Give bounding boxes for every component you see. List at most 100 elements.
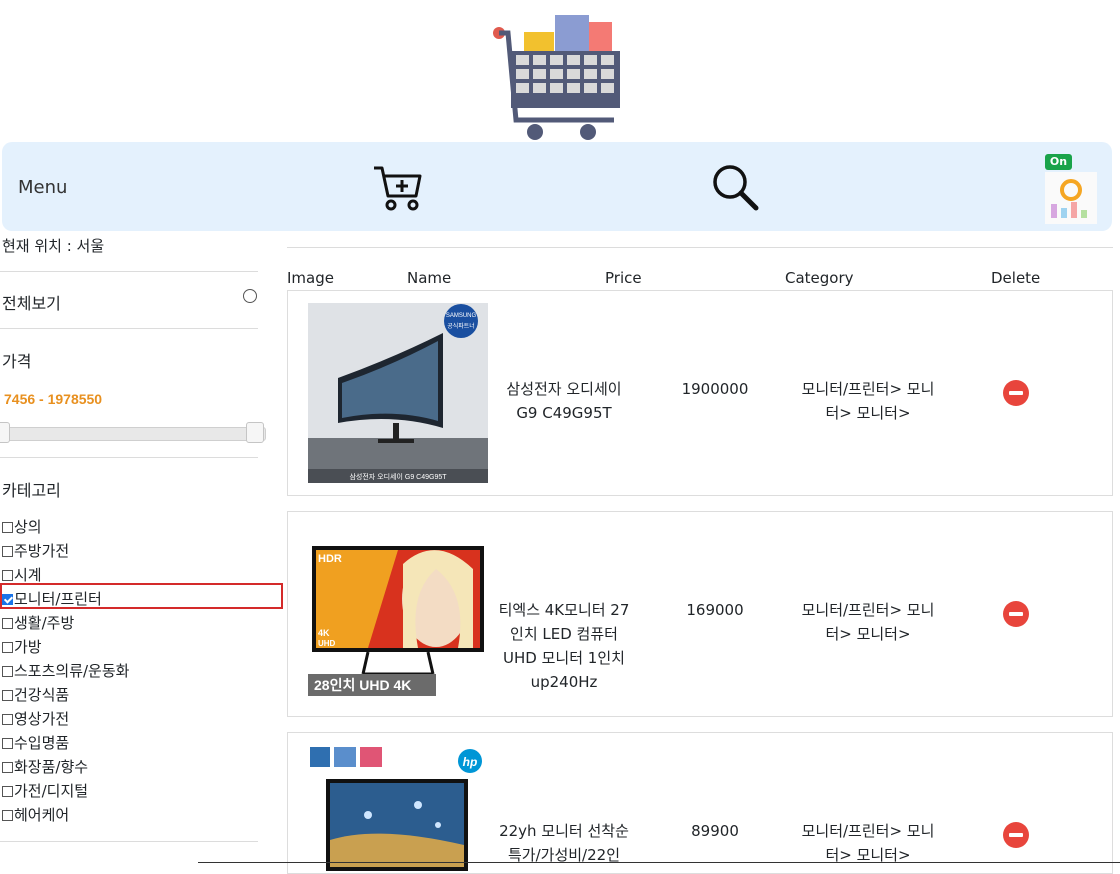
product-name-line: 삼성전자 오디세이 bbox=[506, 380, 622, 398]
category-label-text: 수입명품 bbox=[14, 734, 70, 752]
product-name: 삼성전자 오디세이 G9 C49G95T bbox=[493, 377, 635, 425]
product-name-line: 22yh 모니터 선착순 bbox=[499, 822, 629, 840]
category-label-text: 시계 bbox=[14, 566, 42, 584]
view-all-label: 전체보기 bbox=[2, 294, 61, 313]
category-line: 모니터/프린터> 모니 bbox=[801, 380, 935, 398]
samsung-brand-text: SAMSUNG bbox=[446, 313, 477, 319]
on-badge: On bbox=[1045, 154, 1072, 170]
cart-plus-icon[interactable] bbox=[372, 162, 424, 214]
category-label-text: 주방가전 bbox=[14, 542, 70, 560]
header-name: Name bbox=[407, 269, 452, 287]
category-line: 터> 모니터> bbox=[825, 846, 911, 864]
menu-button[interactable]: Menu bbox=[18, 177, 67, 198]
category-item[interactable]: 수입명품 bbox=[2, 731, 129, 755]
category-checkbox[interactable] bbox=[2, 641, 13, 653]
uhd-label: UHD bbox=[318, 639, 336, 648]
category-checkbox[interactable] bbox=[2, 713, 13, 725]
product-name-line: 특가/가성비/22인 bbox=[508, 846, 620, 864]
partner-badge-text: 공식파트너 bbox=[447, 322, 475, 330]
category-label-text: 가방 bbox=[14, 638, 42, 656]
price-slider-max-handle[interactable] bbox=[246, 422, 264, 443]
category-checkbox[interactable] bbox=[2, 617, 13, 629]
category-label-text: 영상가전 bbox=[14, 710, 70, 728]
product-image[interactable]: hp bbox=[308, 745, 488, 873]
table-row: HDR 4K UHD 28인치 UHD 4K 티엑스 4K모니터 27 인치 L… bbox=[287, 511, 1113, 717]
category-checkbox[interactable] bbox=[2, 689, 13, 701]
category-line: 터> 모니터> bbox=[825, 625, 911, 643]
category-label-text: 헤어케어 bbox=[14, 806, 70, 824]
category-checkbox[interactable] bbox=[2, 737, 13, 749]
divider bbox=[0, 457, 258, 458]
shopping-cart-logo bbox=[493, 15, 620, 140]
category-item[interactable]: 화장품/향수 bbox=[2, 755, 129, 779]
navbar: Menu On bbox=[2, 142, 1112, 231]
product-image[interactable]: HDR 4K UHD 28인치 UHD 4K bbox=[308, 524, 488, 704]
view-all-radio[interactable] bbox=[243, 289, 257, 303]
sidebar: 현재 위치 : 서울 전체보기 가격 7456 - 1978550 카테고리 상… bbox=[0, 231, 286, 865]
category-label-text: 스포츠의류/운동화 bbox=[14, 662, 130, 680]
header-price: Price bbox=[605, 269, 642, 287]
category-label-text: 화장품/향수 bbox=[14, 758, 89, 776]
category-checkbox[interactable] bbox=[2, 593, 13, 605]
category-label-text: 상의 bbox=[14, 518, 42, 536]
delete-button[interactable] bbox=[1003, 601, 1029, 627]
category-checkbox[interactable] bbox=[2, 521, 13, 533]
category-item[interactable]: 영상가전 bbox=[2, 707, 129, 731]
product-price: 1900000 bbox=[681, 380, 749, 398]
category-item[interactable]: 스포츠의류/운동화 bbox=[2, 659, 129, 683]
hp-logo-text: hp bbox=[463, 755, 478, 769]
product-name: 티엑스 4K모니터 27 인치 LED 컴퓨터 UHD 모니터 1인치 up24… bbox=[493, 598, 635, 694]
category-item[interactable]: 주방가전 bbox=[2, 539, 129, 563]
category-label-text: 모니터/프린터 bbox=[14, 590, 102, 608]
product-name: 22yh 모니터 선착순 특가/가성비/22인 bbox=[493, 819, 635, 867]
category-item[interactable]: 상의 bbox=[2, 515, 129, 539]
category-label: 카테고리 bbox=[2, 481, 61, 500]
product-name-line: UHD 모니터 1인치 bbox=[503, 649, 625, 667]
delete-button[interactable] bbox=[1003, 822, 1029, 848]
price-slider-track[interactable] bbox=[2, 427, 266, 441]
category-checkbox[interactable] bbox=[2, 545, 13, 557]
category-checkbox[interactable] bbox=[2, 785, 13, 797]
category-item[interactable]: 가전/디지털 bbox=[2, 779, 129, 803]
header-image: Image bbox=[287, 269, 334, 287]
table-row: SAMSUNG 공식파트너 삼성전자 오디세이 G9 C49G95T 삼성전자 … bbox=[287, 290, 1113, 496]
category-line: 모니터/프린터> 모니 bbox=[801, 822, 935, 840]
4k-label: 4K bbox=[318, 628, 330, 638]
product-name-line: 티엑스 4K모니터 27 bbox=[498, 601, 630, 619]
category-checkbox[interactable] bbox=[2, 761, 13, 773]
product-category: 모니터/프린터> 모니 터> 모니터> bbox=[778, 598, 958, 646]
report-thumbnail[interactable] bbox=[1045, 172, 1097, 224]
category-checkbox[interactable] bbox=[2, 569, 13, 581]
category-item[interactable]: 헤어케어 bbox=[2, 803, 129, 827]
price-label: 가격 bbox=[2, 352, 32, 371]
search-icon[interactable] bbox=[710, 162, 762, 214]
image-caption: 삼성전자 오디세이 G9 C49G95T bbox=[349, 472, 447, 481]
category-item[interactable]: 모니터/프린터 bbox=[2, 587, 129, 611]
delete-button[interactable] bbox=[1003, 380, 1029, 406]
header-delete: Delete bbox=[991, 269, 1041, 287]
product-name-line: 인치 LED 컴퓨터 bbox=[510, 625, 618, 643]
category-checkbox[interactable] bbox=[2, 809, 13, 821]
category-line: 모니터/프린터> 모니 bbox=[801, 601, 935, 619]
product-price: 89900 bbox=[691, 822, 739, 840]
divider bbox=[0, 841, 258, 842]
category-label-text: 건강식품 bbox=[14, 686, 70, 704]
category-checkbox[interactable] bbox=[2, 665, 13, 677]
cart-table: Image Name Price Category Delete SAMSUNG… bbox=[287, 231, 1113, 874]
category-item[interactable]: 건강식품 bbox=[2, 683, 129, 707]
product-name-line: up240Hz bbox=[530, 673, 598, 691]
size-caption: 28인치 UHD 4K bbox=[314, 677, 411, 693]
category-item[interactable]: 시계 bbox=[2, 563, 129, 587]
price-slider-min-handle[interactable] bbox=[0, 422, 10, 443]
product-image[interactable]: SAMSUNG 공식파트너 삼성전자 오디세이 G9 C49G95T bbox=[308, 303, 488, 483]
hdr-label: HDR bbox=[318, 553, 342, 565]
category-item[interactable]: 가방 bbox=[2, 635, 129, 659]
product-name-line: G9 C49G95T bbox=[516, 404, 612, 422]
category-item[interactable]: 생활/주방 bbox=[2, 611, 129, 635]
product-price: 169000 bbox=[686, 601, 744, 619]
category-label-text: 생활/주방 bbox=[14, 614, 75, 632]
category-label-text: 가전/디지털 bbox=[14, 782, 89, 800]
price-range-value: 7456 - 1978550 bbox=[4, 391, 103, 407]
divider bbox=[0, 328, 258, 329]
category-line: 터> 모니터> bbox=[825, 404, 911, 422]
